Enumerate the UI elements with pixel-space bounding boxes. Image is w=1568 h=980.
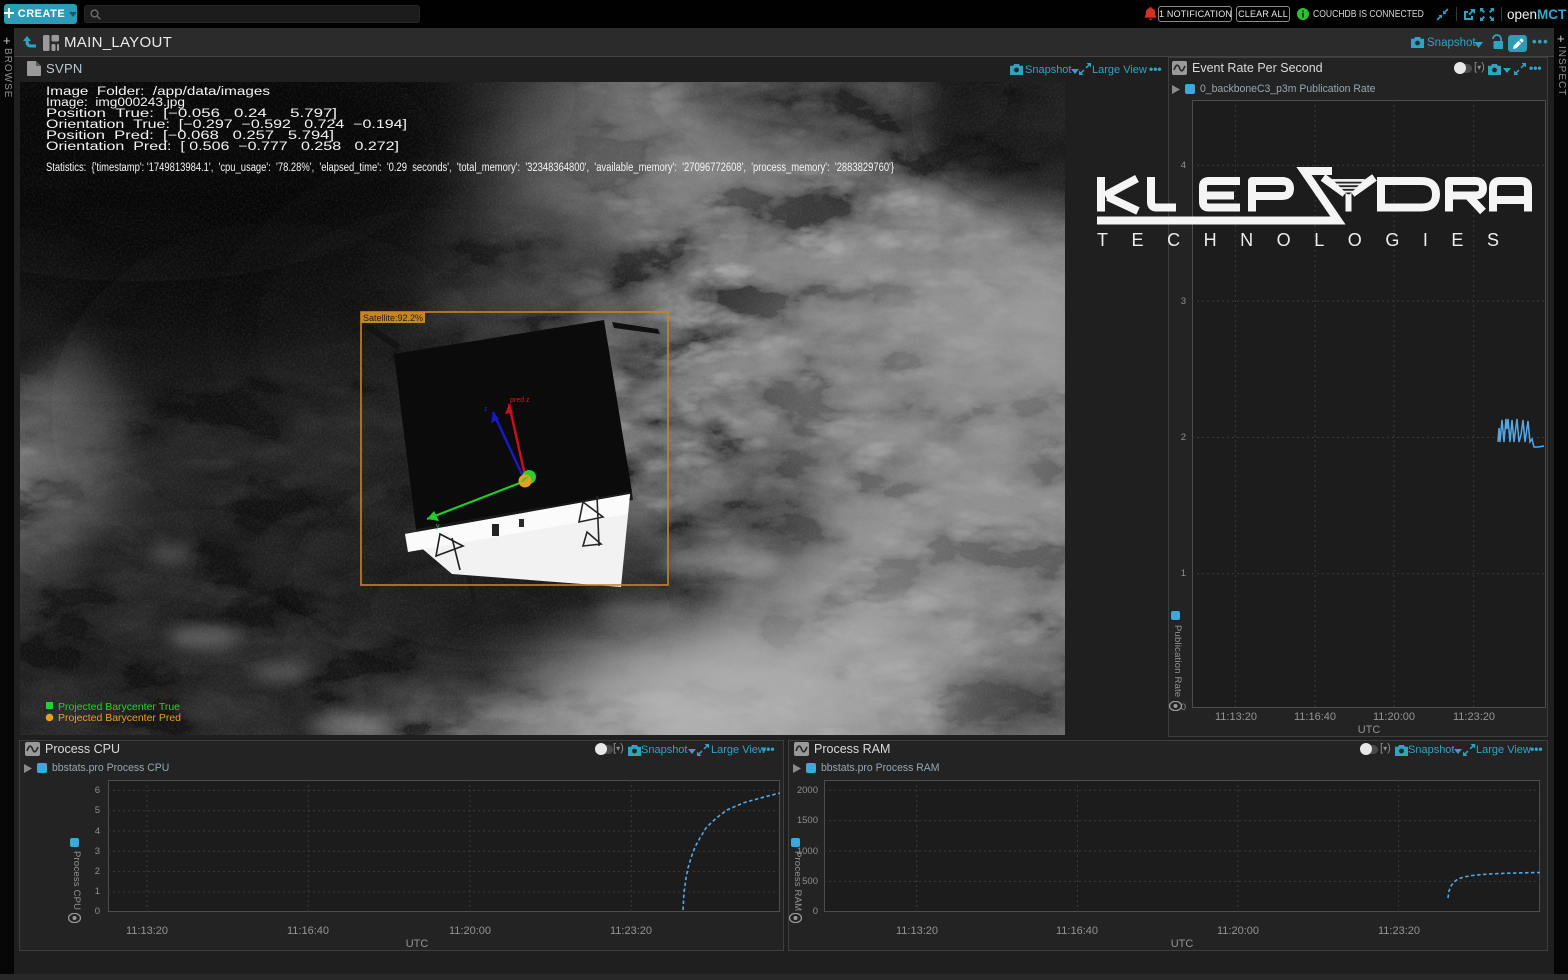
svg-text:pred z: pred z bbox=[510, 397, 530, 404]
svg-text:Satellite:92.2%: Satellite:92.2% bbox=[363, 313, 423, 323]
svg-text:Projected Barycenter Pred: Projected Barycenter Pred bbox=[58, 712, 181, 724]
svg-text:y: y bbox=[436, 523, 440, 530]
svg-text:TECHNOLOGIES: TECHNOLOGIES bbox=[1097, 230, 1525, 250]
svg-text:Orientation Pred: [ 0.506 −: Orientation Pred: [ 0.506 −0.777 0.258 0… bbox=[46, 141, 399, 153]
svg-text:Statistics: {'timestamp': '17: Statistics: {'timestamp': '1749813984.1'… bbox=[46, 162, 894, 174]
svg-text:z: z bbox=[484, 406, 488, 413]
